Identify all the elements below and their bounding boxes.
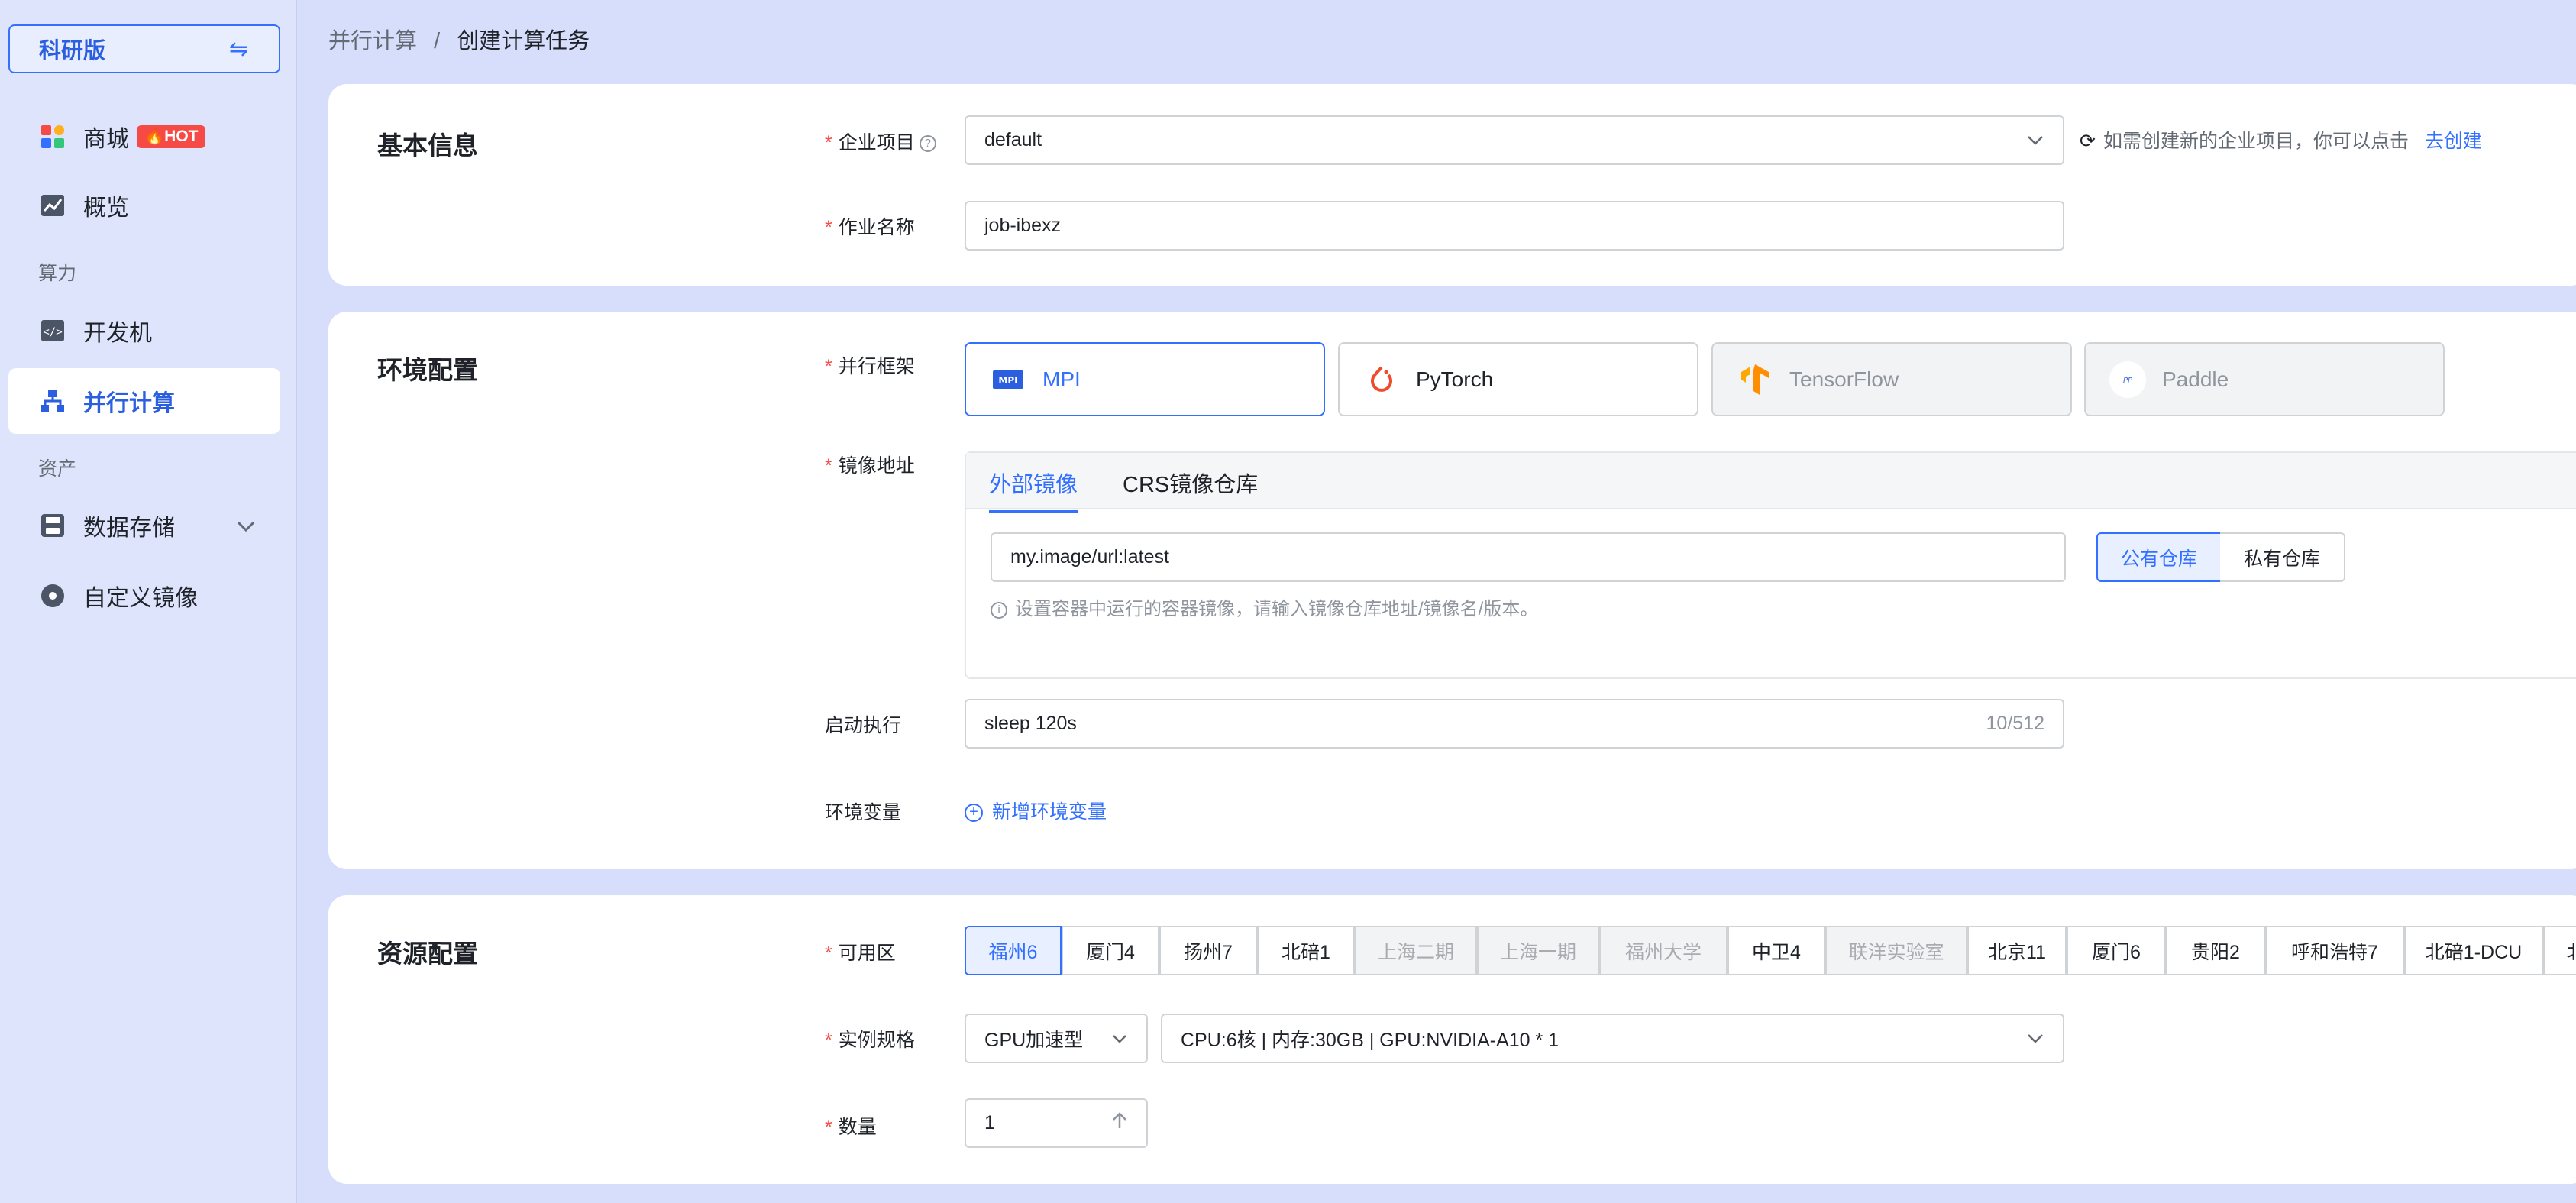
private-repo-button[interactable]: 私有仓库 xyxy=(2220,532,2345,582)
disc-icon xyxy=(39,582,66,610)
image-url-input[interactable]: my.image/url:latest xyxy=(991,532,2066,582)
chevron-down-icon xyxy=(2026,1027,2044,1049)
create-project-link[interactable]: 去创建 xyxy=(2425,131,2482,152)
store-icon xyxy=(39,123,66,150)
public-repo-button[interactable]: 公有仓库 xyxy=(2096,532,2222,582)
mirror-tabs: 外部镜像 CRS镜像仓库 xyxy=(966,453,2576,513)
zone-option[interactable]: 厦门4 xyxy=(1062,926,1159,975)
zone-option[interactable]: 北碚1 xyxy=(1257,926,1355,975)
zone-option[interactable]: 上海一期 xyxy=(1477,926,1599,975)
tab-external-image[interactable]: 外部镜像 xyxy=(989,467,1078,513)
basic-info-title: 基本信息 xyxy=(377,131,478,160)
sidebar-item-label: 概览 xyxy=(83,196,129,221)
paddle-icon: PP xyxy=(2109,361,2147,399)
info-icon: i xyxy=(991,601,1007,619)
zone-option[interactable]: 北碚1-A10 xyxy=(2543,926,2576,975)
spec-label: * 实例规格 xyxy=(825,1030,915,1051)
zone-option[interactable]: 厦门6 xyxy=(2067,926,2166,975)
svg-text:PP: PP xyxy=(2123,377,2133,385)
chevron-down-icon xyxy=(1111,1027,1128,1049)
hot-badge: 🔥HOT xyxy=(137,125,206,148)
mirror-hint: i 设置容器中运行的容器镜像，请输入镜像仓库地址/镜像名/版本。 xyxy=(991,593,1538,620)
help-icon[interactable]: ? xyxy=(919,135,936,153)
project-hint: ⟳ 如需创建新的企业项目，你可以点击 去创建 xyxy=(2080,131,2482,152)
chevron-down-icon xyxy=(2026,129,2044,151)
section-title-compute: 算力 xyxy=(38,263,77,284)
env-config-card: 环境配置 * 并行框架 MPI MPI PyTorch TensorFlow PP… xyxy=(328,312,2576,869)
quantity-stepper[interactable]: 1 xyxy=(965,1098,1148,1148)
framework-paddle[interactable]: PP Paddle xyxy=(2084,342,2445,416)
breadcrumb-parent[interactable]: 并行计算 xyxy=(328,29,417,53)
disk-icon xyxy=(39,512,66,539)
job-name-label: * 作业名称 xyxy=(825,217,915,238)
resource-config-card: 资源配置 * 可用区 福州6 厦门4 扬州7 北碚1 上海二期 上海一期 福州大学… xyxy=(328,895,2576,1184)
project-select[interactable]: default xyxy=(965,115,2064,165)
framework-tensorflow[interactable]: TensorFlow xyxy=(1711,342,2072,416)
plus-circle-icon: + xyxy=(965,804,983,823)
zone-option[interactable]: 福州大学 xyxy=(1599,926,1728,975)
env-config-title: 环境配置 xyxy=(377,356,478,384)
char-counter: 10/512 xyxy=(1986,713,2044,734)
cluster-icon xyxy=(39,387,66,415)
zone-option[interactable]: 北京11 xyxy=(1967,926,2067,975)
section-title-assets: 资产 xyxy=(38,458,77,480)
spec-type-select[interactable]: GPU加速型 xyxy=(965,1014,1148,1063)
sidebar-item-label: 开发机 xyxy=(83,321,152,346)
refresh-icon[interactable]: ⟳ xyxy=(2080,131,2096,152)
startup-label: 启动执行 xyxy=(825,715,902,736)
sidebar-item-label: 自定义镜像 xyxy=(83,586,198,611)
mirror-label: * 镜像地址 xyxy=(825,455,915,477)
sidebar-item-store[interactable]: 商城 🔥HOT xyxy=(8,104,280,170)
sidebar-item-storage[interactable]: 数据存储 xyxy=(8,493,280,558)
svg-text:MPI: MPI xyxy=(998,375,1017,386)
zone-option[interactable]: 上海二期 xyxy=(1355,926,1477,975)
job-name-input[interactable]: job-ibexz xyxy=(965,201,2064,251)
sidebar-item-label: 商城 xyxy=(83,127,129,152)
zone-option[interactable]: 北碚1-DCU xyxy=(2404,926,2543,975)
add-envvar-button[interactable]: + 新增环境变量 xyxy=(965,797,1107,824)
sidebar: 科研版 ⇋ 商城 🔥HOT 概览 算力 </> 开发机 并行计算 资产 数据存储 xyxy=(0,0,297,1203)
zone-option[interactable]: 中卫4 xyxy=(1728,926,1825,975)
tab-crs-registry[interactable]: CRS镜像仓库 xyxy=(1123,467,1258,499)
pytorch-icon xyxy=(1362,361,1401,399)
mirror-panel: 外部镜像 CRS镜像仓库 my.image/url:latest 公有仓库 私有… xyxy=(965,451,2576,679)
spec-detail-select[interactable]: CPU:6核 | 内存:30GB | GPU:NVIDIA-A10 * 1 xyxy=(1161,1014,2064,1063)
zone-option[interactable]: 福州6 xyxy=(965,926,1062,975)
resource-config-title: 资源配置 xyxy=(377,939,478,968)
sidebar-item-label: 数据存储 xyxy=(83,516,175,541)
sidebar-item-devmachine[interactable]: </> 开发机 xyxy=(8,298,280,364)
breadcrumb-separator: / xyxy=(434,29,441,53)
project-label: * 企业项目? xyxy=(825,128,936,155)
svg-text:</>: </> xyxy=(43,326,62,338)
project-value: default xyxy=(984,129,1042,150)
chevron-down-icon[interactable] xyxy=(236,514,256,538)
code-icon: </> xyxy=(39,317,66,344)
framework-pytorch[interactable]: PyTorch xyxy=(1338,342,1698,416)
envvar-label: 环境变量 xyxy=(825,802,902,823)
zone-option[interactable]: 贵阳2 xyxy=(2166,926,2265,975)
startup-command-input[interactable]: sleep 120s 10/512 xyxy=(965,699,2064,749)
sidebar-item-parallel[interactable]: 并行计算 xyxy=(8,368,280,434)
edition-switcher[interactable]: 科研版 ⇋ xyxy=(8,24,280,73)
sidebar-item-label: 并行计算 xyxy=(83,391,175,416)
edition-label: 科研版 xyxy=(39,39,106,63)
sidebar-item-overview[interactable]: 概览 xyxy=(8,173,280,238)
basic-info-card: 基本信息 * 企业项目? default ⟳ 如需创建新的企业项目，你可以点击 去创… xyxy=(328,84,2576,286)
zone-option[interactable]: 呼和浩特7 xyxy=(2265,926,2404,975)
breadcrumb: 并行计算 / 创建计算任务 xyxy=(328,23,590,55)
fire-icon: 🔥 xyxy=(144,128,165,145)
mpi-icon: MPI xyxy=(989,361,1027,399)
framework-mpi[interactable]: MPI MPI xyxy=(965,342,1325,416)
zone-label: * 可用区 xyxy=(825,943,896,964)
sidebar-item-custom-image[interactable]: 自定义镜像 xyxy=(8,563,280,629)
zone-option[interactable]: 扬州7 xyxy=(1159,926,1257,975)
swap-icon: ⇋ xyxy=(228,36,248,62)
chart-icon xyxy=(39,192,66,219)
zone-option[interactable]: 联洋实验室 xyxy=(1825,926,1967,975)
tensorflow-icon xyxy=(1736,361,1774,399)
arrow-up-icon[interactable] xyxy=(1111,1111,1128,1135)
breadcrumb-current: 创建计算任务 xyxy=(457,29,590,53)
framework-label: * 并行框架 xyxy=(825,356,915,377)
quantity-label: * 数量 xyxy=(825,1117,877,1138)
